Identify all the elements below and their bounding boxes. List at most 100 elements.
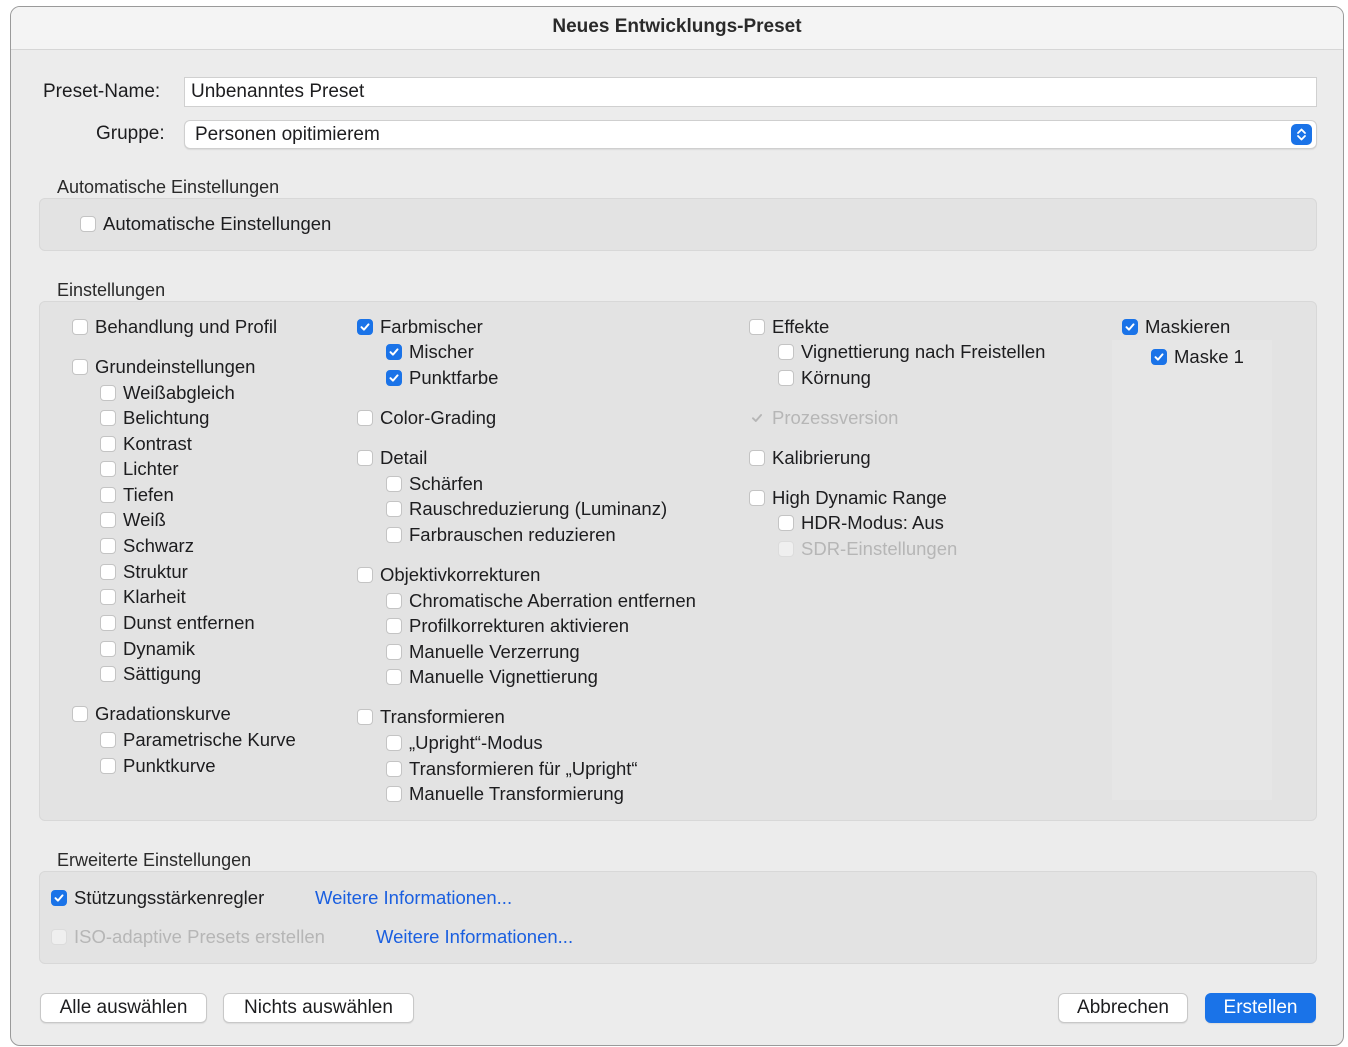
- transformieren-checkbox[interactable]: Transformieren: [357, 706, 505, 728]
- more-info-link-2[interactable]: Weitere Informationen...: [376, 926, 573, 948]
- cancel-button[interactable]: Abbrechen: [1058, 993, 1188, 1023]
- preset-name-label: Preset-Name:: [43, 81, 161, 102]
- punktkurve-checkbox[interactable]: Punktkurve: [100, 755, 216, 777]
- chromatische-aberration-checkbox[interactable]: Chromatische Aberration entfernen: [386, 590, 696, 612]
- auto-settings-checkbox[interactable]: Automatische Einstellungen: [80, 213, 331, 235]
- profilkorrekturen-checkbox[interactable]: Profilkorrekturen aktivieren: [386, 615, 629, 637]
- create-button[interactable]: Erstellen: [1205, 993, 1316, 1023]
- checkbox-label: Vignettierung nach Freistellen: [801, 341, 1046, 362]
- schwarz-checkbox[interactable]: Schwarz: [100, 535, 194, 557]
- manuelle-transformierung-checkbox[interactable]: Manuelle Transformierung: [386, 783, 624, 805]
- checkbox-icon: [386, 735, 402, 751]
- parametrische-kurve-checkbox[interactable]: Parametrische Kurve: [100, 729, 296, 751]
- checkbox-label: Tiefen: [123, 484, 174, 505]
- checkbox-label: Prozessversion: [772, 407, 899, 428]
- checkbox-icon: [80, 216, 96, 232]
- select-none-button[interactable]: Nichts auswählen: [223, 993, 414, 1023]
- checkbox-label: Manuelle Verzerrung: [409, 641, 580, 662]
- rauschreduzierung-checkbox[interactable]: Rauschreduzierung (Luminanz): [386, 498, 667, 520]
- checkbox-label: Gradationskurve: [95, 703, 231, 724]
- dunst-checkbox[interactable]: Dunst entfernen: [100, 612, 255, 634]
- checkbox-icon: [357, 709, 373, 725]
- farbmischer-checkbox[interactable]: Farbmischer: [357, 316, 483, 338]
- more-info-link-1[interactable]: Weitere Informationen...: [315, 887, 512, 909]
- checkbox-label: Manuelle Vignettierung: [409, 666, 598, 687]
- lichter-checkbox[interactable]: Lichter: [100, 458, 179, 480]
- gradationskurve-checkbox[interactable]: Gradationskurve: [72, 703, 231, 725]
- transformieren-upright-checkbox[interactable]: Transformieren für „Upright“: [386, 758, 638, 780]
- checkbox-icon: [386, 618, 402, 634]
- checkbox-icon: [1151, 349, 1167, 365]
- checkbox-label: Behandlung und Profil: [95, 316, 278, 337]
- checkbox-icon: [100, 410, 116, 426]
- select-all-button[interactable]: Alle auswählen: [40, 993, 207, 1023]
- group-select[interactable]: Personen opitimierem: [184, 120, 1317, 149]
- checkbox-icon: [100, 758, 116, 774]
- checkbox-icon: [749, 490, 765, 506]
- checkbox-label: Weißabgleich: [123, 382, 235, 403]
- checkbox-icon: [72, 319, 88, 335]
- checkbox-label: Struktur: [123, 561, 188, 582]
- checkbox-icon: [386, 761, 402, 777]
- dynamik-checkbox[interactable]: Dynamik: [100, 638, 195, 660]
- checkbox-label: Punktkurve: [123, 755, 216, 776]
- manuelle-vignettierung-checkbox[interactable]: Manuelle Vignettierung: [386, 666, 598, 688]
- checkbox-icon: [72, 359, 88, 375]
- checkbox-icon: [72, 706, 88, 722]
- weissabgleich-checkbox[interactable]: Weißabgleich: [100, 382, 235, 404]
- tiefen-checkbox[interactable]: Tiefen: [100, 484, 174, 506]
- maske-1-checkbox[interactable]: Maske 1: [1151, 346, 1244, 368]
- checkbox-icon: [100, 615, 116, 631]
- auto-section-title: Automatische Einstellungen: [57, 177, 280, 197]
- kalibrierung-checkbox[interactable]: Kalibrierung: [749, 447, 871, 469]
- preset-name-input[interactable]: Unbenanntes Preset: [184, 77, 1317, 107]
- checkbox-label: HDR-Modus: Aus: [801, 512, 944, 533]
- checkbox-icon: [778, 541, 794, 557]
- checkbox-icon: [357, 567, 373, 583]
- checkbox-label: Dynamik: [123, 638, 195, 659]
- checkbox-icon: [386, 476, 402, 492]
- struktur-checkbox[interactable]: Struktur: [100, 561, 188, 583]
- klarheit-checkbox[interactable]: Klarheit: [100, 586, 186, 608]
- checkbox-icon: [357, 410, 373, 426]
- checkbox-label: SDR-Einstellungen: [801, 538, 958, 559]
- checkbox-label: Transformieren: [380, 706, 505, 727]
- checkbox-label: Kontrast: [123, 433, 192, 454]
- checkbox-icon: [778, 370, 794, 386]
- mischer-checkbox[interactable]: Mischer: [386, 341, 474, 363]
- high-dynamic-range-checkbox[interactable]: High Dynamic Range: [749, 487, 947, 509]
- checkbox-icon: [386, 786, 402, 802]
- group-select-value: Personen opitimierem: [195, 124, 380, 145]
- objektivkorrekturen-checkbox[interactable]: Objektivkorrekturen: [357, 564, 540, 586]
- punktfarbe-checkbox[interactable]: Punktfarbe: [386, 367, 498, 389]
- hdr-modus-checkbox[interactable]: HDR-Modus: Aus: [778, 512, 944, 534]
- saettigung-checkbox[interactable]: Sättigung: [100, 663, 201, 685]
- manuelle-verzerrung-checkbox[interactable]: Manuelle Verzerrung: [386, 641, 580, 663]
- farbrauschen-checkbox[interactable]: Farbrauschen reduzieren: [386, 524, 616, 546]
- prozessversion-checkbox: Prozessversion: [749, 407, 898, 429]
- weiss-checkbox[interactable]: Weiß: [100, 509, 166, 531]
- checkbox-icon: [357, 319, 373, 335]
- checkbox-icon: [51, 890, 67, 906]
- detail-checkbox[interactable]: Detail: [357, 447, 427, 469]
- upright-modus-checkbox[interactable]: „Upright“-Modus: [386, 732, 543, 754]
- koernung-checkbox[interactable]: Körnung: [778, 367, 871, 389]
- stuetzungsstaerkenregler-checkbox[interactable]: Stützungsstärkenregler: [51, 887, 264, 909]
- effekte-checkbox[interactable]: Effekte: [749, 316, 829, 338]
- checkbox-icon: [357, 450, 373, 466]
- checkbox-icon: [100, 512, 116, 528]
- checkbox-icon: [51, 929, 67, 945]
- grundeinstellungen-checkbox[interactable]: Grundeinstellungen: [72, 356, 255, 378]
- color-grading-checkbox[interactable]: Color-Grading: [357, 407, 496, 429]
- vignettierung-freistellen-checkbox[interactable]: Vignettierung nach Freistellen: [778, 341, 1045, 363]
- behandlung-checkbox[interactable]: Behandlung und Profil: [72, 316, 277, 338]
- belichtung-checkbox[interactable]: Belichtung: [100, 407, 209, 429]
- checkbox-label: Profilkorrekturen aktivieren: [409, 615, 630, 636]
- dialog-title: Neues Entwicklungs-Preset: [11, 7, 1343, 50]
- kontrast-checkbox[interactable]: Kontrast: [100, 433, 192, 455]
- maskieren-checkbox[interactable]: Maskieren: [1122, 316, 1230, 338]
- schaerfen-checkbox[interactable]: Schärfen: [386, 473, 483, 495]
- checkbox-label: Stützungsstärkenregler: [74, 887, 265, 908]
- checkbox-label: Lichter: [123, 458, 179, 479]
- checkbox-icon: [749, 450, 765, 466]
